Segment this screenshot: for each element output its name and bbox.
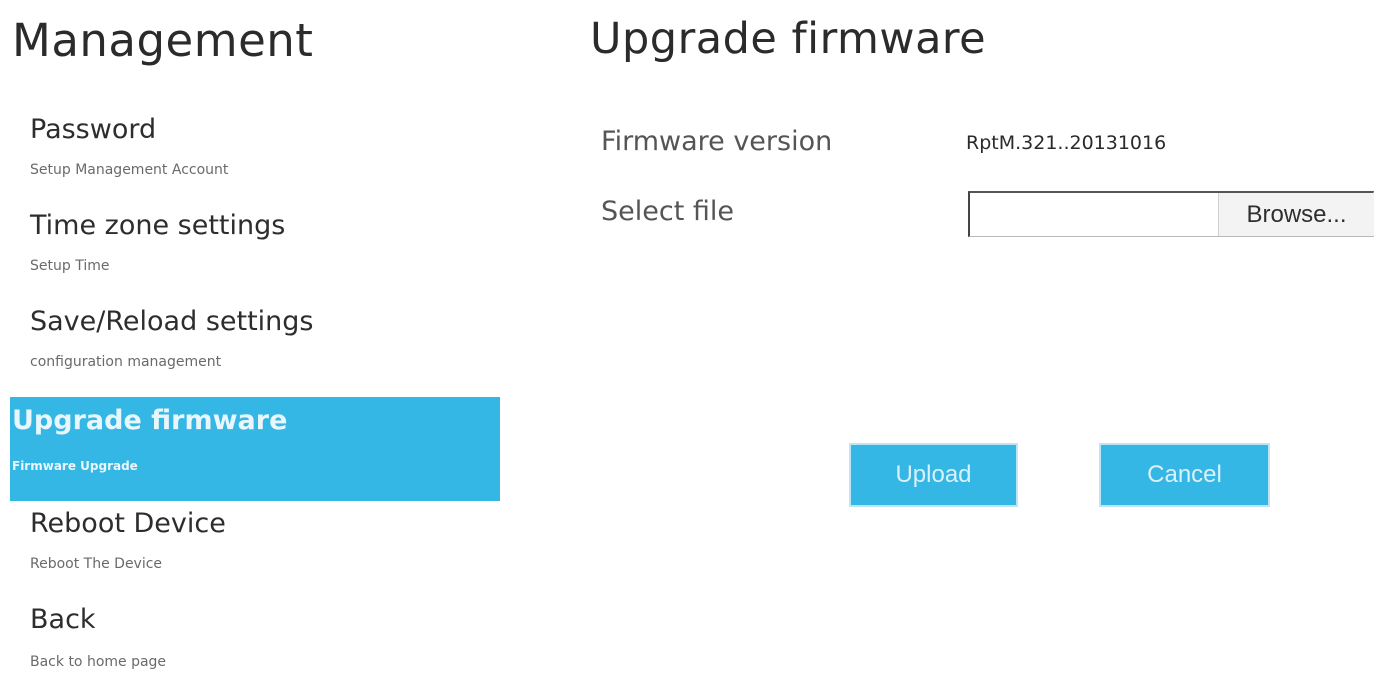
sidebar-item-description: Setup Time xyxy=(30,258,110,274)
firmware-version-label: Firmware version xyxy=(601,126,833,157)
sidebar-item-description: Back to home page xyxy=(30,654,167,670)
select-file-label: Select file xyxy=(601,196,734,227)
upload-button[interactable]: Upload xyxy=(849,443,1018,507)
sidebar-item-label: Save/Reload settings xyxy=(30,306,314,337)
browse-button[interactable]: Browse... xyxy=(1218,193,1374,236)
sidebar-item-label: Password xyxy=(30,114,157,145)
sidebar-item-back[interactable]: Back Back to home page xyxy=(10,604,500,674)
firmware-version-value: RptM.321..20131016 xyxy=(966,132,1167,154)
sidebar-item-description: configuration management xyxy=(30,354,222,370)
sidebar-item-password[interactable]: Password Setup Management Account xyxy=(10,114,500,210)
sidebar-item-label: Upgrade firmware xyxy=(12,405,288,436)
management-page: Management Password Setup Management Acc… xyxy=(0,0,1376,675)
cancel-button[interactable]: Cancel xyxy=(1099,443,1270,507)
sidebar-item-save-reload[interactable]: Save/Reload settings configuration manag… xyxy=(10,306,500,402)
sidebar-item-time-zone[interactable]: Time zone settings Setup Time xyxy=(10,210,500,306)
sidebar-item-description: Setup Management Account xyxy=(30,162,229,178)
sidebar-item-label: Time zone settings xyxy=(30,210,286,241)
sidebar-item-label: Back xyxy=(30,604,96,635)
sidebar-item-reboot-device[interactable]: Reboot Device Reboot The Device xyxy=(10,508,500,604)
sidebar-item-label: Reboot Device xyxy=(30,508,226,539)
sidebar-item-upgrade-firmware[interactable]: Upgrade firmware Firmware Upgrade xyxy=(10,397,500,501)
sidebar-item-description: Firmware Upgrade xyxy=(12,459,138,473)
page-title: Upgrade firmware xyxy=(590,14,987,64)
sidebar-title: Management xyxy=(12,14,314,67)
file-picker: Browse... xyxy=(968,191,1374,237)
file-path-input[interactable] xyxy=(970,193,1218,236)
sidebar-item-description: Reboot The Device xyxy=(30,556,163,572)
